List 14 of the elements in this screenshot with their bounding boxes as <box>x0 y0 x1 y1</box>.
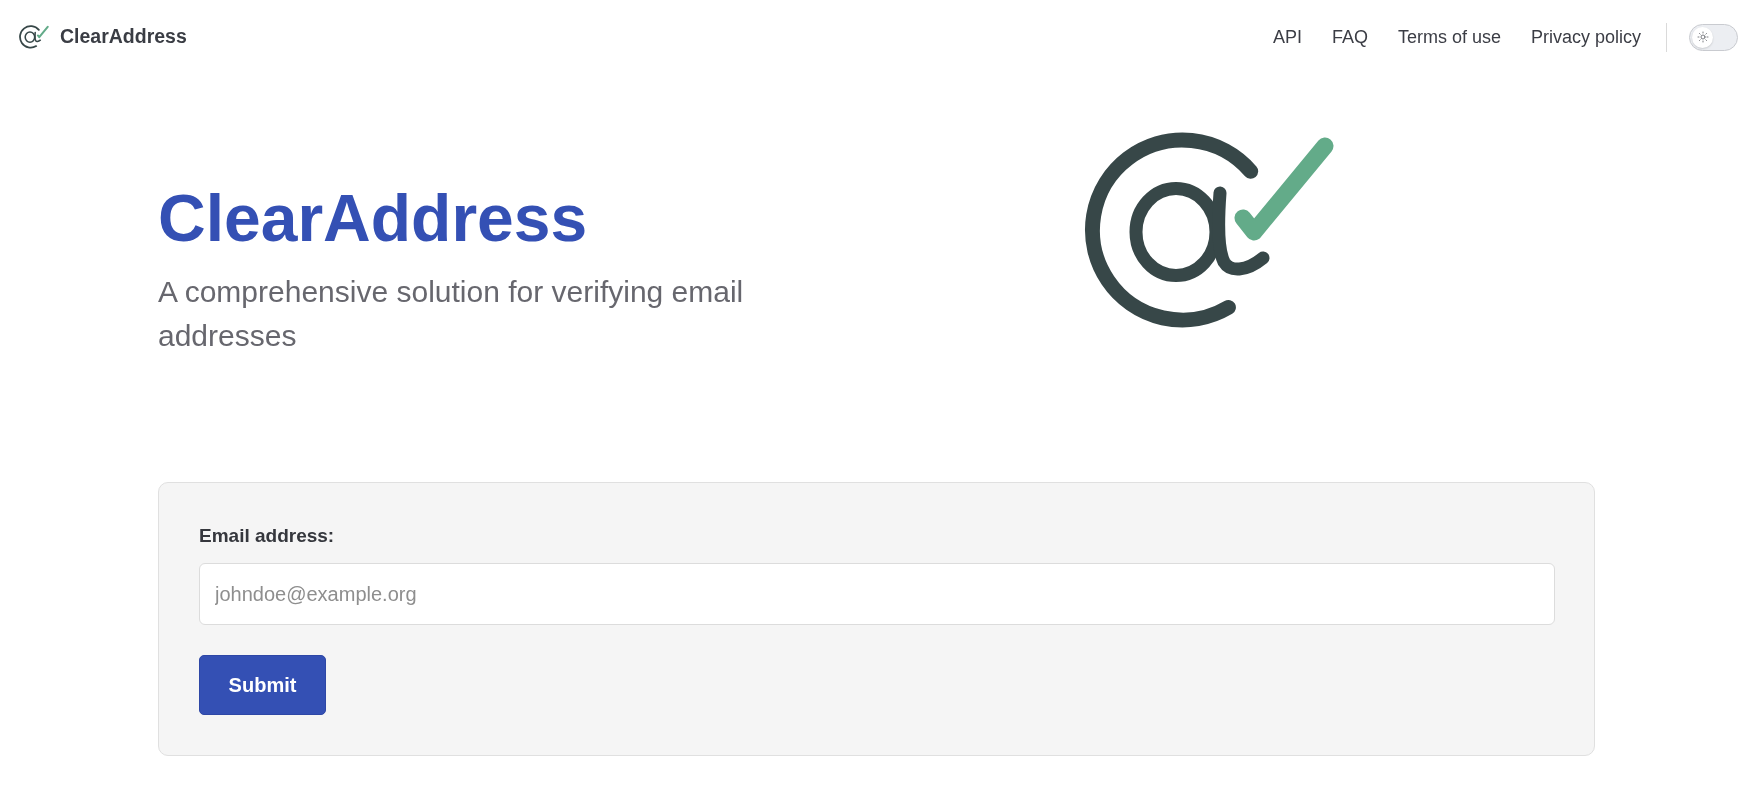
nav-link[interactable]: Privacy policy <box>1530 23 1641 51</box>
sun-icon <box>1696 31 1709 43</box>
theme-toggle[interactable] <box>1689 23 1738 51</box>
at-sign-check-icon <box>19 25 49 49</box>
nav-link[interactable]: API <box>1272 23 1302 51</box>
hero-title: ClearAddress <box>158 185 589 251</box>
hero-subtitle: A comprehensive solution for verifying email addresses <box>158 274 745 354</box>
at-sign-check-logo-icon <box>1084 132 1336 330</box>
brand-link[interactable]: ClearAddress <box>19 22 187 52</box>
email-input[interactable]: johndoe@example.org <box>199 563 1555 625</box>
submit-button[interactable]: Submit <box>199 655 326 715</box>
nav-link[interactable]: Terms of use <box>1397 23 1501 51</box>
nav-link[interactable]: FAQ <box>1331 23 1368 51</box>
email-label: Email address: <box>199 524 336 548</box>
